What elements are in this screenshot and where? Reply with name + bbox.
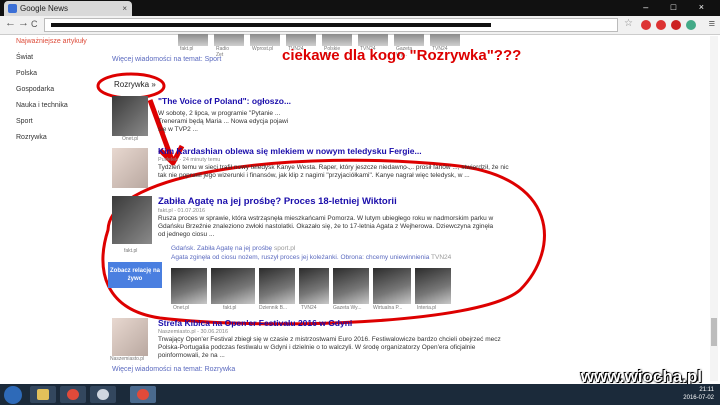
related-title[interactable]: Agata zginęła od ciosu nożem, ruszył pro… [171,254,429,261]
sidebar-item-poland[interactable]: Polska [16,70,37,77]
clock-date: 2016-07-02 [683,395,714,401]
article-thumbnail[interactable] [112,318,148,356]
article-thumbnail[interactable] [112,96,148,136]
related-title[interactable]: Gdańsk. Zabiła Agatę na jej prośbę [171,245,272,252]
news-thumbnail[interactable] [250,34,280,46]
sidebar-item-scitech[interactable]: Nauka i technika [16,102,68,109]
news-photo[interactable] [373,268,411,304]
related-link[interactable]: Agata zginęła od ciosu nożem, ruszył pro… [171,254,451,261]
red-annotation-text: ciekawe dla kogo "Rozrywka"??? [282,47,522,64]
related-link[interactable]: Gdańsk. Zabiła Agatę na jej prośbę sport… [171,245,295,252]
sidebar-item-world[interactable]: Świat [16,54,33,61]
active-chrome-taskbar-icon[interactable] [130,386,156,403]
bookmark-star-icon[interactable]: ☆ [624,18,633,29]
clock-time: 21:11 [699,387,714,393]
start-button-icon[interactable] [4,386,22,404]
article-kardashian: Kim Kardashian oblewa się mlekiem w nowy… [158,146,516,180]
news-photo[interactable] [171,268,207,304]
news-thumbnail[interactable] [286,34,316,46]
tab-close-icon[interactable]: × [122,1,127,16]
article-thumbnail[interactable] [112,196,152,244]
news-photo[interactable] [299,268,329,304]
browser-menu-icon[interactable]: ≡ [709,18,715,30]
related-source: sport.pl [274,245,296,252]
reload-button[interactable]: C [31,19,38,29]
section-heading-entertainment[interactable]: Rozrywka » [114,80,156,89]
collapse-chevron-icon[interactable]: ︿ [403,161,411,172]
article-title[interactable]: Kim Kardashian oblewa się mlekiem w nowy… [158,146,516,156]
photo-caption: Gazeta Wy... [333,305,362,311]
more-sport-link[interactable]: Więcej wiadomości na temat: Sport [112,56,221,63]
article-title[interactable]: "The Voice of Poland": ogłoszo... [158,96,298,106]
window-controls[interactable]: – □ × [643,2,714,12]
news-thumbnail[interactable] [214,34,244,46]
live-coverage-button[interactable]: Zobacz relację na żywo [108,262,162,288]
browser-toolbar: ← → C ☆ ≡ [0,16,720,35]
article-snippet: Tydzień temu w sieci trafił nowy teledys… [158,164,509,179]
article-thumb-caption: Naszemiasto.pl [110,356,145,362]
photo-caption: TVN24 [301,305,317,311]
chrome-taskbar-icon[interactable] [60,386,86,403]
extension-icon[interactable] [641,20,651,30]
system-clock[interactable]: 21:11 2016-07-02 [683,386,714,402]
sidebar-item-top-stories[interactable]: Najważniejsze artykuły [16,38,87,45]
sidebar-item-business[interactable]: Gospodarka [16,86,54,93]
news-thumbnail[interactable] [358,34,388,46]
google-news-favicon-icon [8,4,17,13]
news-photo[interactable] [415,268,451,304]
article-title[interactable]: Zabiła Agatę na jej prośbę? Proces 18-le… [158,196,498,207]
news-thumbnail[interactable] [394,34,424,46]
back-button[interactable]: ← [5,17,16,29]
article-thumbnail[interactable] [112,148,148,188]
photo-caption: Wirtualna P... [373,305,403,311]
news-photo[interactable] [333,268,369,304]
extension-icon[interactable] [656,20,666,30]
news-photo[interactable] [211,268,255,304]
thumb-caption: Wprost.pl [252,46,274,52]
article-voice-of-poland: "The Voice of Poland": ogłoszo... W sobo… [158,96,298,134]
app-taskbar-icon[interactable] [90,386,116,403]
news-thumbnail[interactable] [178,34,208,46]
sidebar-item-sport[interactable]: Sport [16,118,33,125]
extension-icon[interactable] [671,20,681,30]
news-thumbnail[interactable] [322,34,352,46]
article-source: fakt.pl - 01.07.2016 [158,208,206,214]
thumb-caption: fakt.pl [180,46,194,52]
article-strefa-kibica: Strefa Kibica na Open'er Festivalu 2016 … [158,318,508,360]
photo-caption: Interia.pl [417,305,437,311]
news-thumbnail[interactable] [430,34,460,46]
sidebar-item-entertainment[interactable]: Rozrywka [16,134,47,141]
article-snippet: Rusza proces w sprawie, która wstrząsnęł… [158,215,494,238]
tab-title: Google News [20,4,69,13]
article-title[interactable]: Strefa Kibica na Open'er Festivalu 2016 … [158,318,508,328]
news-photo[interactable] [259,268,295,304]
redacted-url [51,23,491,27]
article-snippet: Trwający Open'er Festival zbiegł się w c… [158,336,501,359]
article-snippet: W sobotę, 2 lipca, w programie "Pytanie … [158,110,289,133]
more-entertainment-link[interactable]: Więcej wiadomości na temat: Rozrywka [112,366,235,373]
article-thumb-caption: fakt.pl [124,248,138,254]
article-source: Naszemiasto.pl - 30.06.2016 [158,329,229,335]
photo-caption: Onet.pl [173,305,190,311]
explorer-taskbar-icon[interactable] [30,386,56,403]
forward-button[interactable]: → [18,17,29,29]
article-zabila-agate: Zabiła Agatę na jej prośbę? Proces 18-le… [158,196,498,239]
browser-titlebar: Google News × – □ × [0,0,720,16]
photo-caption: fakt.pl [223,305,237,311]
article-thumb-caption: Onet.pl [122,136,139,142]
scrollbar-thumb[interactable] [711,318,717,346]
related-source: TVN24 [431,254,452,261]
windows-taskbar: 21:11 2016-07-02 [0,384,720,405]
article-source: Pudelek - 24 minuty temu [158,157,221,163]
photo-caption: Dziennik B... [259,305,288,311]
extension-icon[interactable] [686,20,696,30]
address-bar[interactable] [44,18,618,32]
tab-google-news[interactable]: Google News × [4,1,132,16]
photo-strip: Onet.pl fakt.pl Dziennik B... TVN24 Gaze… [171,268,471,314]
